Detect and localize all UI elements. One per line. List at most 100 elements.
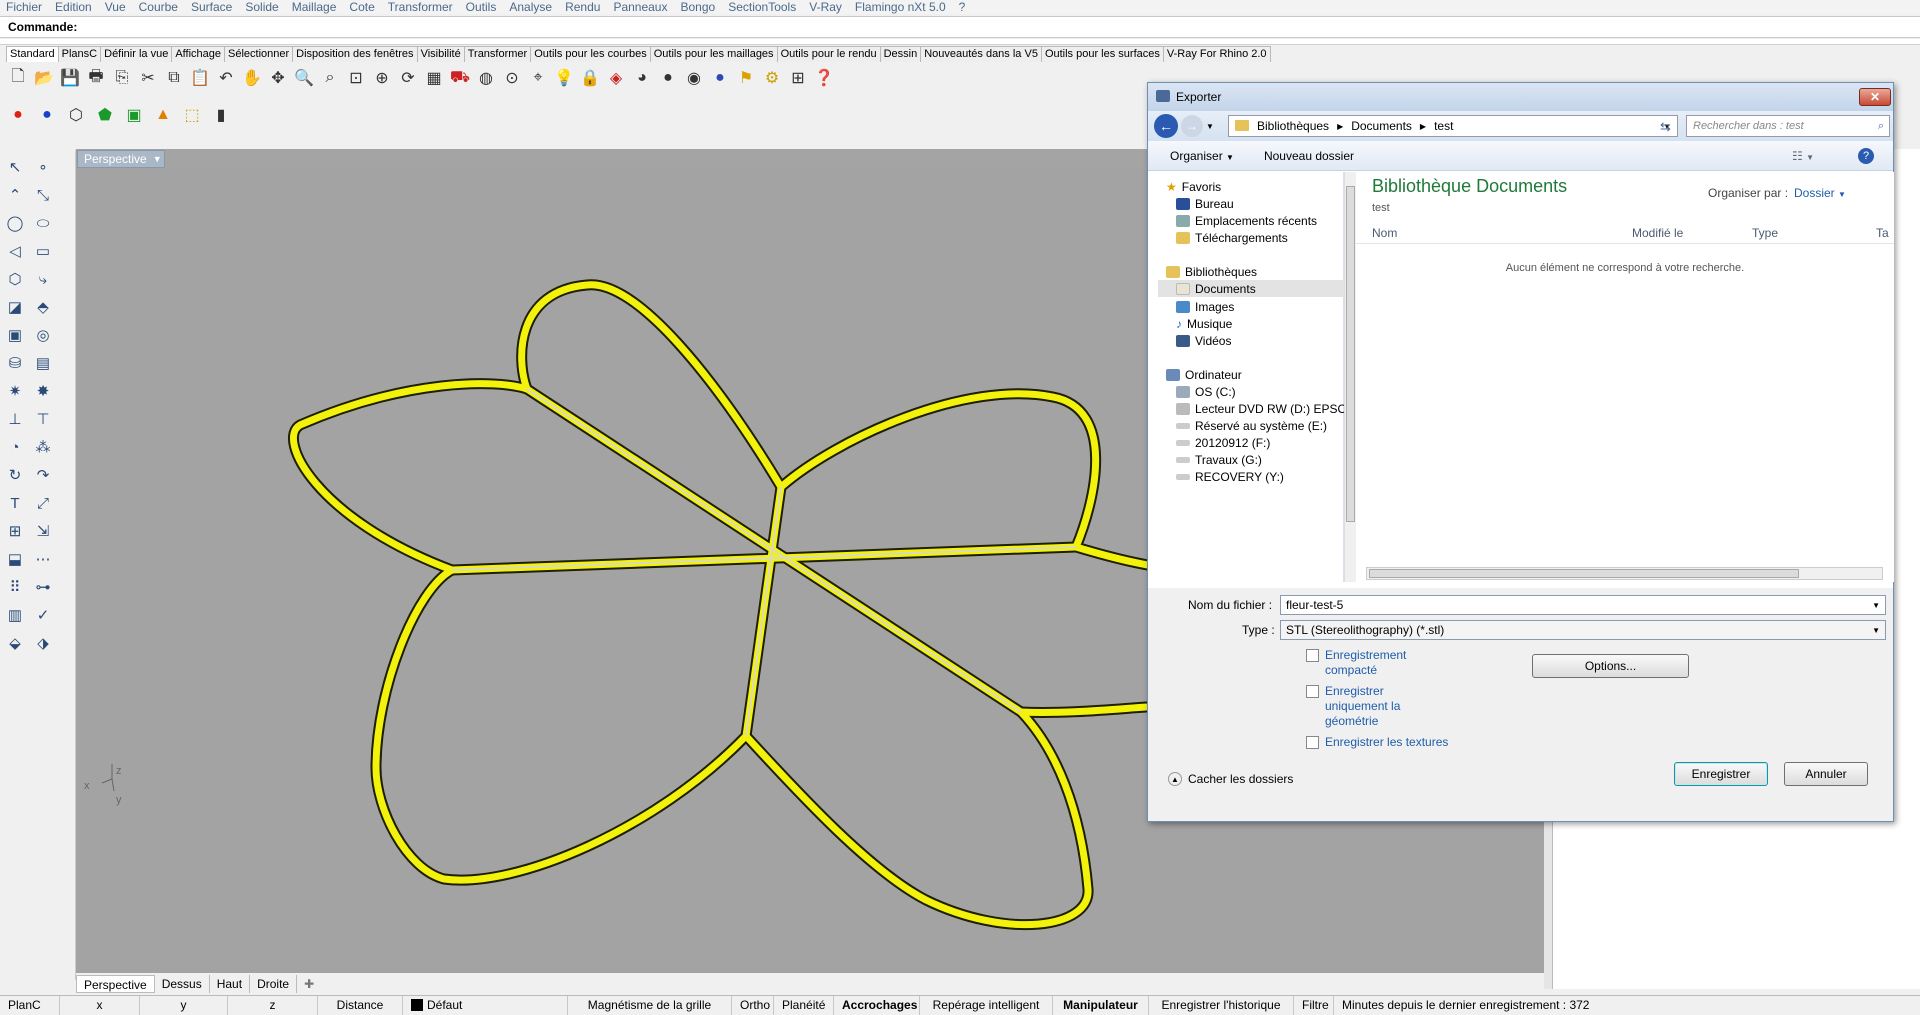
nav-scrollbar[interactable]	[1344, 172, 1356, 582]
extrude-icon[interactable]: ⬘	[32, 296, 54, 318]
tab-visibilite[interactable]: Visibilité	[416, 46, 465, 62]
checkbox-box[interactable]	[1306, 685, 1319, 698]
open-folder-icon[interactable]: 📂	[32, 66, 56, 90]
help-icon[interactable]: ❓	[812, 66, 836, 90]
nav-bibliotheques[interactable]: Bibliothèques	[1166, 265, 1257, 279]
zoom-icon[interactable]: 🔍	[292, 66, 316, 90]
tab-perspective[interactable]: Perspective	[76, 975, 155, 993]
menu-courbe[interactable]: Courbe	[139, 0, 178, 14]
status-filter[interactable]: Filtre	[1294, 995, 1334, 1015]
arrange-dropdown[interactable]: Dossier ▼	[1794, 186, 1846, 200]
box-icon[interactable]: ⬡	[64, 103, 88, 127]
menu-solide[interactable]: Solide	[245, 0, 278, 14]
copy-icon[interactable]: ⧉	[162, 66, 186, 90]
filename-input[interactable]: fleur-test-5 ▼	[1280, 595, 1886, 615]
point-icon[interactable]: ∘	[32, 156, 54, 178]
command-line[interactable]: Commande:	[0, 16, 1920, 38]
surface-icon[interactable]: ◪	[4, 296, 26, 318]
checkbox-textures[interactable]: Enregistrer les textures	[1306, 735, 1466, 750]
nav-recent[interactable]: Emplacements récents	[1176, 214, 1317, 228]
door-icon[interactable]: ▮	[209, 103, 233, 127]
nav-drive-f[interactable]: 20120912 (F:)	[1176, 436, 1270, 450]
layers-icon[interactable]: ◈	[604, 66, 628, 90]
pan-hand-icon[interactable]: ✋	[240, 66, 264, 90]
circle-icon[interactable]: ◯	[4, 212, 26, 234]
polyline-icon[interactable]: ⌃	[4, 184, 26, 206]
block-icon[interactable]: ⬓	[4, 548, 26, 570]
status-layer[interactable]: Défaut	[403, 995, 568, 1015]
menu-panneaux[interactable]: Panneaux	[613, 0, 667, 14]
status-grid-snap[interactable]: Magnétisme de la grille	[568, 995, 732, 1015]
lock-icon[interactable]: 🔒	[578, 66, 602, 90]
nav-drive-y[interactable]: RECOVERY (Y:)	[1176, 470, 1284, 484]
back-arrow-icon[interactable]: ←	[1154, 114, 1178, 138]
rotate-view-icon[interactable]: ⟳	[396, 66, 420, 90]
offset-icon[interactable]: ↷	[32, 464, 54, 486]
checkbox-box[interactable]	[1306, 649, 1319, 662]
blue-sphere-icon[interactable]: ●	[708, 66, 732, 90]
menu-maillage[interactable]: Maillage	[292, 0, 337, 14]
cancel-button[interactable]: Annuler	[1784, 762, 1868, 786]
column-type[interactable]: Type	[1752, 226, 1778, 240]
print-icon[interactable]: 🖶	[84, 66, 108, 90]
tab-outils-courbes[interactable]: Outils pour les courbes	[530, 46, 651, 62]
status-osnap[interactable]: Accrochages	[834, 995, 920, 1015]
tab-dessin[interactable]: Dessin	[879, 46, 922, 62]
group-icon[interactable]: ⁂	[32, 436, 54, 458]
join-icon[interactable]: ◔	[4, 436, 26, 458]
analyze-icon[interactable]: ▥	[4, 604, 26, 626]
view-options-icon[interactable]: ☷ ▼	[1792, 149, 1814, 163]
material-ball-icon[interactable]: ●	[656, 66, 680, 90]
flag-icon[interactable]: ⚑	[734, 66, 758, 90]
nav-ordinateur[interactable]: Ordinateur	[1166, 368, 1242, 382]
column-nom[interactable]: Nom	[1372, 226, 1397, 240]
nav-images[interactable]: Images	[1176, 300, 1234, 314]
column-taille[interactable]: Ta	[1876, 226, 1889, 240]
nav-videos[interactable]: Vidéos	[1176, 334, 1231, 348]
cylinder-icon[interactable]: ⛁	[4, 352, 26, 374]
dialog-titlebar[interactable]: Exporter	[1148, 83, 1893, 111]
menu-sectiontools[interactable]: SectionTools	[728, 0, 796, 14]
render-sphere-icon[interactable]: ◉	[682, 66, 706, 90]
tab-haut[interactable]: Haut	[210, 975, 251, 993]
dimension-icon[interactable]: ⇲	[32, 520, 54, 542]
tab-outils-maillages[interactable]: Outils pour les maillages	[649, 46, 778, 62]
tab-disposition[interactable]: Disposition des fenêtres	[292, 46, 418, 62]
text-icon[interactable]: T	[4, 492, 26, 514]
car-icon[interactable]: ⛟	[448, 66, 472, 90]
zoom-window-icon[interactable]: ⌕	[318, 66, 342, 90]
array-grid-icon[interactable]: ⠿	[4, 576, 26, 598]
boolean-icon[interactable]: ◎	[32, 324, 54, 346]
status-ortho[interactable]: Ortho	[732, 995, 774, 1015]
menu-vray[interactable]: V-Ray	[809, 0, 842, 14]
close-button[interactable]: ✕	[1859, 88, 1891, 106]
breadcrumb-bibliotheques[interactable]: Bibliothèques	[1257, 119, 1329, 133]
viewport-title[interactable]: Perspective ▼	[77, 150, 165, 168]
light-bulb-icon[interactable]: 💡	[552, 66, 576, 90]
snap-icon[interactable]: ⊞	[786, 66, 810, 90]
tab-affichage[interactable]: Affichage	[171, 46, 225, 62]
tab-standard[interactable]: Standard	[6, 46, 59, 62]
menu-vue[interactable]: Vue	[105, 0, 126, 14]
ellipse-icon[interactable]: ⬭	[32, 212, 54, 234]
paint-icon[interactable]: ⬗	[32, 632, 54, 654]
status-gumball[interactable]: Manipulateur	[1053, 995, 1149, 1015]
tab-selectionner[interactable]: Sélectionner	[224, 46, 294, 62]
status-smarttrack[interactable]: Repérage intelligent	[920, 995, 1053, 1015]
menu-outils[interactable]: Outils	[466, 0, 497, 14]
status-planarity[interactable]: Planéité	[774, 995, 834, 1015]
menu-bongo[interactable]: Bongo	[680, 0, 715, 14]
forward-arrow-icon[interactable]: →	[1181, 115, 1203, 137]
explode-icon[interactable]: ✷	[4, 380, 26, 402]
select-arrow-icon[interactable]: ↖	[4, 156, 26, 178]
cone-icon[interactable]: ▲	[151, 103, 175, 127]
menu-cote[interactable]: Cote	[349, 0, 374, 14]
tab-droite[interactable]: Droite	[250, 975, 298, 993]
search-input[interactable]: Rechercher dans : test ⌕	[1686, 115, 1890, 137]
move-view-icon[interactable]: ✥	[266, 66, 290, 90]
nav-drive-e[interactable]: Réservé au système (E:)	[1176, 419, 1327, 433]
address-bar[interactable]: Bibliothèques ▶ Documents ▶ test ▼	[1228, 115, 1678, 137]
cplane-icon[interactable]: ⊙	[500, 66, 524, 90]
color-wheel-icon[interactable]: ◕	[630, 66, 654, 90]
menu-help[interactable]: ?	[959, 0, 966, 14]
